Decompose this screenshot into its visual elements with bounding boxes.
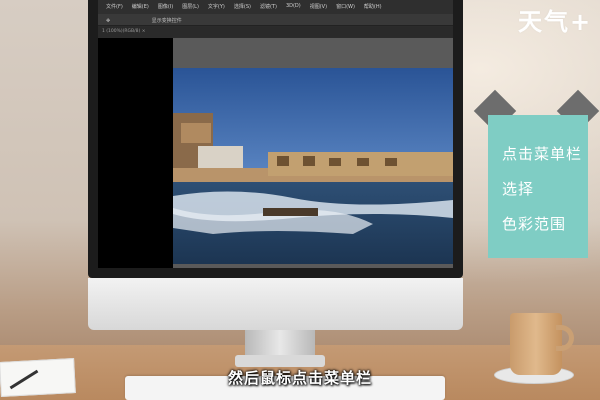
menu-item-3d[interactable]: 3D(D) xyxy=(286,3,301,14)
tools-panel-dark xyxy=(98,38,173,268)
instruction-step-1: 点击菜单栏 xyxy=(502,145,583,163)
menu-item-select[interactable]: 选择(S) xyxy=(234,3,251,14)
menu-item-type[interactable]: 文字(Y) xyxy=(208,3,225,14)
menu-item-help[interactable]: 帮助(H) xyxy=(364,3,382,14)
coastal-photo[interactable] xyxy=(173,68,453,264)
instruction-step-2: 选择 xyxy=(502,180,535,198)
menu-item-window[interactable]: 窗口(W) xyxy=(336,3,355,14)
monitor-screen: 文件(F) 编辑(E) 图像(I) 图层(L) 文字(Y) 选择(S) 滤镜(T… xyxy=(98,0,453,268)
photoshop-options-bar: ✥ 显示变换控件 xyxy=(98,14,453,26)
options-label[interactable]: 显示变换控件 xyxy=(152,18,182,24)
instruction-panel: 点击菜单栏 选择 色彩范围 xyxy=(488,115,588,258)
menu-item-filter[interactable]: 滤镜(T) xyxy=(260,3,277,14)
monitor-stand xyxy=(245,330,315,358)
menu-item-view[interactable]: 视图(V) xyxy=(310,3,327,14)
menu-item-layer[interactable]: 图层(L) xyxy=(182,3,199,14)
monitor: 文件(F) 编辑(E) 图像(I) 图层(L) 文字(Y) 选择(S) 滤镜(T… xyxy=(88,0,463,330)
photoshop-menubar: 文件(F) 编辑(E) 图像(I) 图层(L) 文字(Y) 选择(S) 滤镜(T… xyxy=(98,0,453,14)
canvas-area[interactable] xyxy=(98,38,453,268)
video-subtitle: 然后鼠标点击菜单栏 xyxy=(227,369,372,387)
menu-item-file[interactable]: 文件(F) xyxy=(106,3,123,14)
document-tab-label: 1 (100%)(RGB/8) × xyxy=(102,29,146,34)
brand-logo: 天气+ xyxy=(518,8,593,36)
monitor-stand-base xyxy=(235,355,325,367)
menu-item-image[interactable]: 图像(I) xyxy=(158,3,173,14)
menu-item-edit[interactable]: 编辑(E) xyxy=(132,3,149,14)
monitor-chin xyxy=(88,278,463,330)
move-tool-icon[interactable]: ✥ xyxy=(106,18,110,24)
instruction-step-3: 色彩范围 xyxy=(502,215,567,233)
coffee-mug xyxy=(510,313,562,375)
document-tab[interactable]: 1 (100%)(RGB/8) × xyxy=(98,27,453,37)
